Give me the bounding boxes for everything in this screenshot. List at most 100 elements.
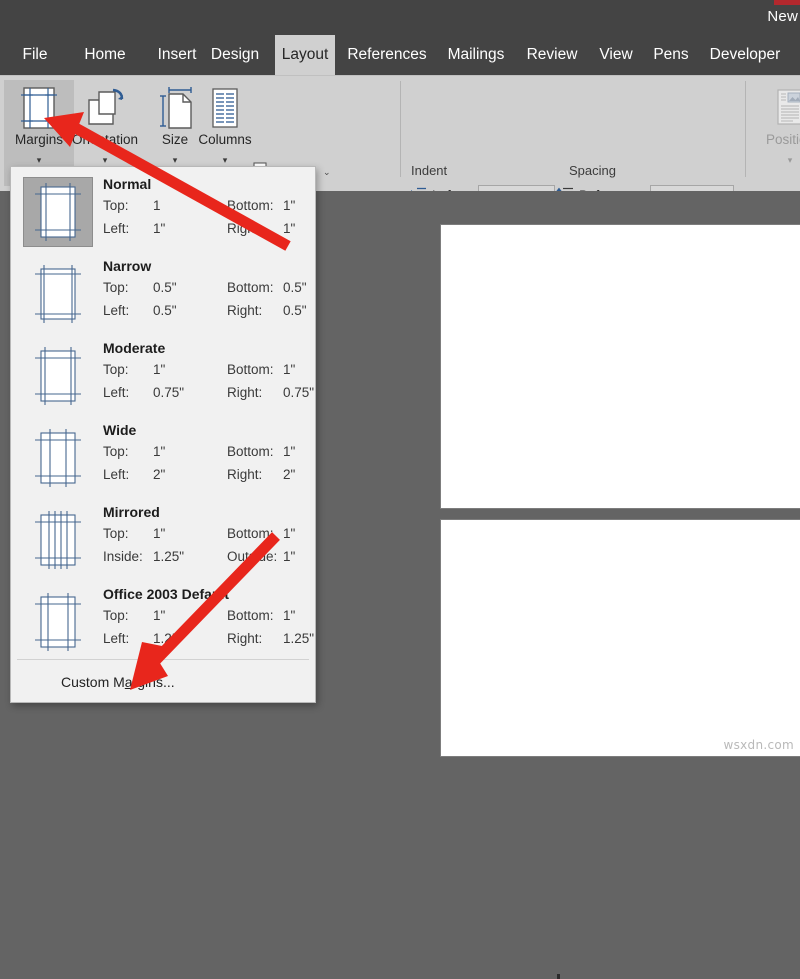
spacing-group-label: Spacing — [569, 163, 616, 178]
margins-preset-right-label: Right: — [227, 303, 262, 318]
margin-thumb-wide — [23, 423, 93, 493]
margins-preset-right-value: 2" — [283, 467, 295, 482]
margins-preset-top-value: 1 — [153, 198, 161, 213]
margins-preset-right-label: Right: — [227, 385, 262, 400]
columns-button-label: Columns — [190, 132, 260, 147]
margins-preset-top-label: Top: — [103, 444, 129, 459]
margins-preset-bottom-value: 0.5" — [283, 280, 307, 295]
chevron-down-icon[interactable]: ▾ — [755, 156, 800, 165]
group-separator — [400, 81, 401, 177]
tab-layout[interactable]: Layout — [275, 35, 335, 75]
margins-preset-right-value: 0.75" — [283, 385, 314, 400]
margins-preset-wide[interactable]: Wide Top: 1" Bottom: 1" Left: 2" Right: 2" — [11, 417, 315, 499]
tab-file[interactable]: File — [14, 35, 56, 75]
margins-preset-mirrored[interactable]: Mirrored Top: 1" Bottom: 1" Inside: 1.25" Outsi… — [11, 499, 315, 581]
close-button[interactable] — [774, 0, 800, 5]
watermark: wsxdn.com — [723, 738, 794, 752]
margins-preset-top-value: 1" — [153, 608, 165, 623]
margins-preset-top-value: 1" — [153, 444, 165, 459]
tab-view[interactable]: View — [593, 35, 639, 75]
margins-preset-top-value: 1" — [153, 362, 165, 377]
margins-preset-right-value: 1.25" — [283, 631, 314, 646]
orientation-button-label: Orientation — [70, 132, 140, 147]
margins-preset-right-label: Right: — [227, 467, 262, 482]
margins-preset-bottom-value: 1" — [283, 444, 295, 459]
columns-icon — [190, 84, 260, 132]
margins-preset-top-value: 0.5" — [153, 280, 177, 295]
margins-preset-bottom-label: Bottom: — [227, 280, 274, 295]
margins-preset-moderate[interactable]: ModerateTop:1"Bottom:1"Left:0.75"Right:0… — [11, 335, 315, 417]
margins-preset-left-value: 1" — [153, 221, 165, 236]
margins-preset-bottom-value: 1" — [283, 362, 295, 377]
margins-preset-normal[interactable]: NormalTop:1Bottom:1"Left:1"Right:1" — [11, 171, 315, 253]
document-page-1[interactable] — [441, 225, 800, 508]
margins-preset-top-value: 1" — [153, 526, 165, 541]
margins-preset-title: Mirrored — [103, 504, 160, 520]
ribbon-top-divider — [0, 75, 800, 76]
margins-preset-left-value: 0.5" — [153, 303, 177, 318]
tab-home[interactable]: Home — [76, 35, 134, 75]
margins-preset-top-label: Top: — [103, 198, 129, 213]
margin-thumb-office2003 — [23, 587, 93, 657]
margins-preset-bottom-value: 1" — [283, 198, 295, 213]
orientation-icon — [70, 84, 140, 132]
margins-preset-bottom-value: 1" — [283, 526, 295, 541]
chevron-down-icon[interactable]: ▾ — [4, 156, 74, 165]
margins-preset-right-value: 0.5" — [283, 303, 307, 318]
margins-preset-narrow[interactable]: Narrow Top: 0.5" Bottom: 0.5" Left: 0.5" Right:… — [11, 253, 315, 335]
margins-preset-left-value: 1.25" — [153, 631, 184, 646]
position-icon — [755, 84, 800, 132]
margins-preset-bottom-label: Bottom: — [227, 362, 274, 377]
document-page-2[interactable] — [441, 520, 800, 756]
margins-preset-title: Office 2003 Default — [103, 586, 229, 602]
tab-design[interactable]: Design — [205, 35, 265, 75]
margins-preset-top-label: Top: — [103, 362, 129, 377]
title-bar-new-label: New — [767, 8, 798, 25]
chevron-down-icon[interactable]: ▾ — [70, 156, 140, 165]
margins-preset-top-label: Top: — [103, 526, 129, 541]
ribbon-tab-strip: File Home InsertDesignLayoutReferencesMail… — [0, 35, 800, 75]
margins-preset-left-value: 0.75" — [153, 385, 184, 400]
margins-preset-left-label: Left: — [103, 467, 129, 482]
margins-preset-title: Normal — [103, 176, 151, 192]
menu-divider — [17, 659, 309, 660]
margins-preset-bottom-label: Bottom: — [227, 198, 274, 213]
margins-button-label: Margins — [4, 132, 74, 147]
margins-preset-left-label: Left: — [103, 631, 129, 646]
tab-review[interactable]: Review — [521, 35, 583, 75]
tab-references[interactable]: References — [341, 35, 433, 75]
margins-dropdown-menu[interactable]: Normal Top: 1 Bottom: 1" Left: 1" Right: 1" Narro… — [10, 166, 316, 703]
margin-thumb-mirrored — [23, 505, 93, 575]
indent-group-label: Indent — [411, 163, 447, 178]
tab-mailings[interactable]: Mailings — [440, 35, 512, 75]
margins-preset-title: Wide — [103, 422, 136, 438]
text-caret — [557, 974, 560, 979]
margin-thumb-moderate — [23, 341, 93, 411]
margins-preset-top-label: Top: — [103, 608, 129, 623]
margins-icon — [4, 84, 74, 132]
margins-preset-bottom-value: 1" — [283, 608, 295, 623]
tab-developer[interactable]: Developer — [701, 35, 789, 75]
chevron-down-icon[interactable]: ⌄ — [323, 167, 331, 178]
margins-preset-bottom-label: Bottom: — [227, 526, 274, 541]
margins-preset-left-value: 2" — [153, 467, 165, 482]
margins-preset-right-value: 1" — [283, 549, 295, 564]
tab-pens[interactable]: Pens — [650, 35, 692, 75]
margins-preset-right-label: Right: — [227, 631, 262, 646]
tab-insert[interactable]: Insert — [150, 35, 204, 75]
margins-preset-right-value: 1" — [283, 221, 295, 236]
margins-preset-left-label: Inside: — [103, 549, 143, 564]
title-bar: New — [0, 0, 800, 35]
margins-preset-left-label: Left: — [103, 303, 129, 318]
margins-preset-bottom-label: Bottom: — [227, 608, 274, 623]
margins-preset-left-label: Left: — [103, 221, 129, 236]
margins-preset-title: Narrow — [103, 258, 151, 274]
margins-preset-left-label: Left: — [103, 385, 129, 400]
margins-preset-office-2003-default[interactable]: Office 2003 Default Top: 1" Bottom: 1" Left: 1… — [11, 581, 315, 663]
margins-preset-bottom-label: Bottom: — [227, 444, 274, 459]
position-button[interactable]: Position ▾ — [755, 80, 800, 186]
custom-margins-menu-item[interactable]: Custom Margins... — [11, 665, 315, 700]
margins-preset-top-label: Top: — [103, 280, 129, 295]
margins-preset-left-value: 1.25" — [153, 549, 184, 564]
margins-preset-right-label: Outside: — [227, 549, 277, 564]
